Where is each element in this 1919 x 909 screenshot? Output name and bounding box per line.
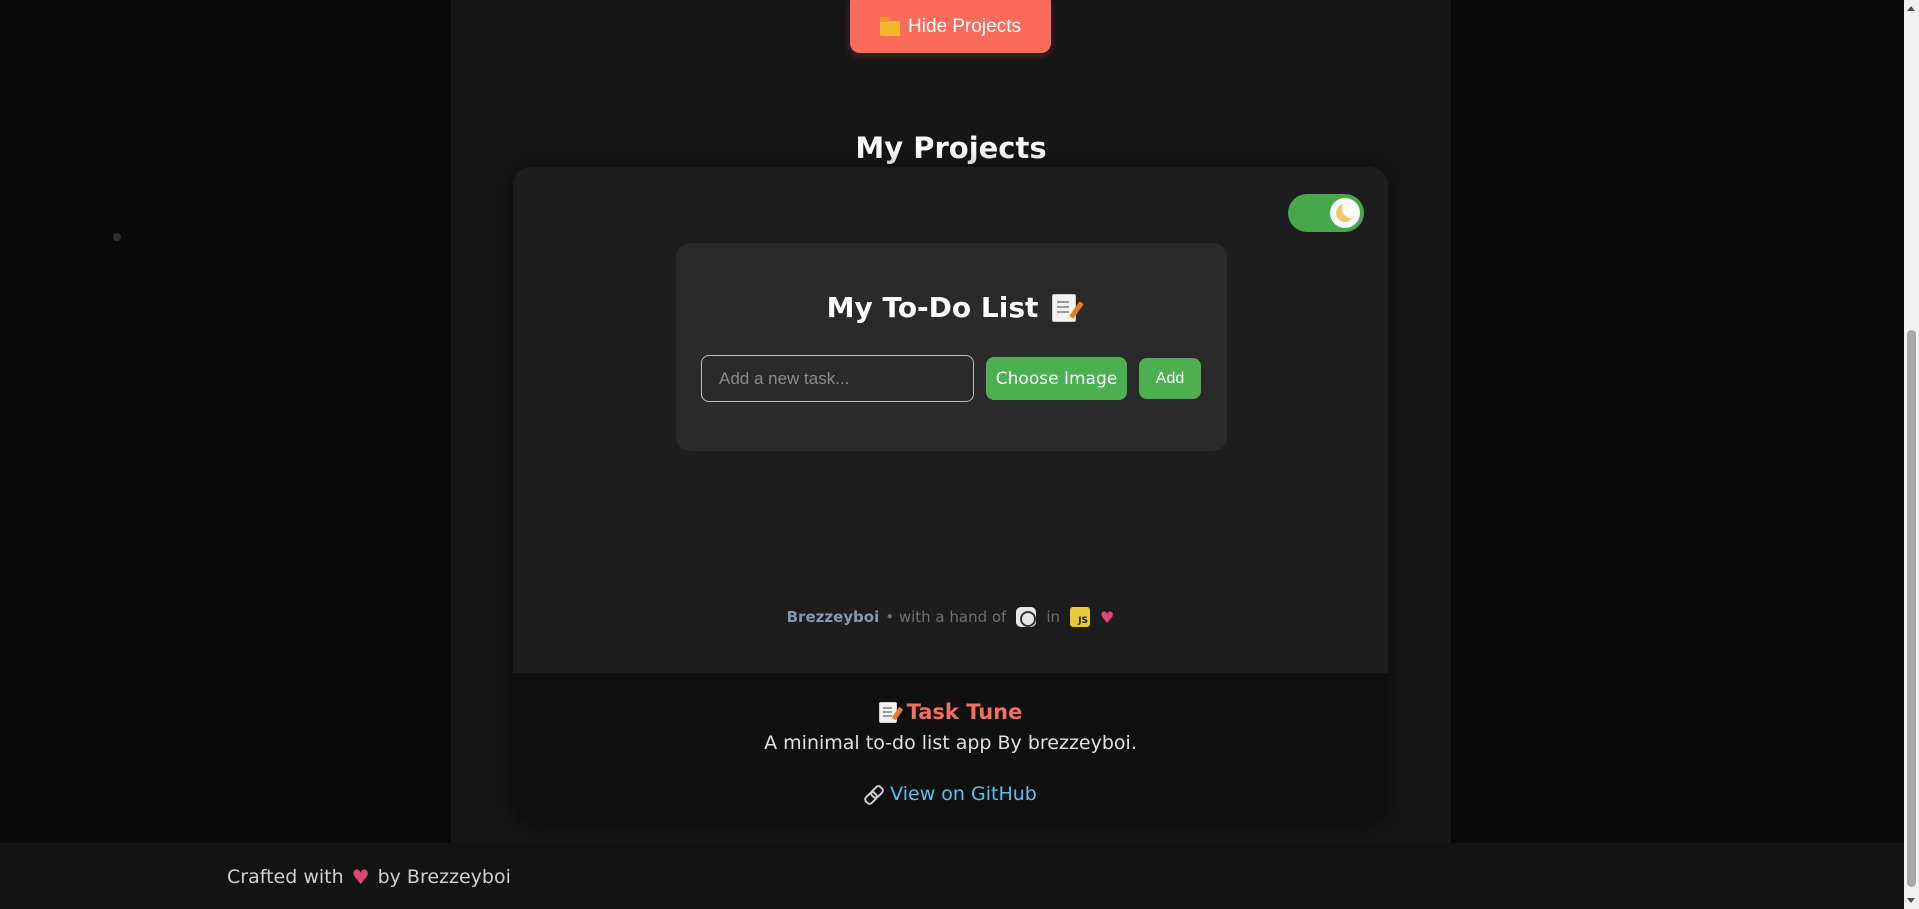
todo-app: My To-Do List Choose Image Add (676, 243, 1227, 451)
decorative-dot (113, 233, 121, 241)
crafted-suffix: by Brezzeyboi (377, 866, 511, 888)
github-link[interactable]: View on GitHub (513, 783, 1388, 805)
toggle-knob (1330, 198, 1360, 228)
vertical-scrollbar[interactable] (1904, 0, 1919, 909)
memo-icon (878, 701, 897, 723)
theme-toggle[interactable] (1288, 194, 1364, 232)
js-badge-text: JS (1078, 616, 1089, 626)
openai-icon (1016, 607, 1037, 627)
crafted-prefix: Crafted with (227, 866, 344, 888)
js-icon: JS (1070, 607, 1091, 627)
hide-projects-button[interactable]: Hide Projects (850, 0, 1051, 53)
add-task-button[interactable]: Add (1139, 358, 1201, 399)
link-icon (864, 785, 882, 803)
credit-with-text: • with a hand of (885, 608, 1007, 626)
heart-icon: ♥ (1100, 607, 1115, 627)
memo-icon (1052, 293, 1077, 322)
choose-image-button[interactable]: Choose Image (986, 357, 1127, 400)
project-title-text: Task Tune (906, 700, 1023, 724)
folder-icon (880, 16, 900, 36)
scroll-down-arrow-icon[interactable] (1907, 898, 1915, 903)
project-title: Task Tune (513, 700, 1388, 724)
github-link-label: View on GitHub (890, 783, 1037, 805)
moon-icon (1336, 204, 1354, 222)
scroll-up-arrow-icon[interactable] (1907, 6, 1915, 11)
heart-icon: ♥ (351, 865, 370, 889)
project-card: My To-Do List Choose Image Add Brezzeybo… (513, 167, 1388, 823)
crafted-by: Crafted with ♥ by Brezzeyboi (227, 865, 511, 889)
credit-line: Brezzeyboi • with a hand of in JS ♥ (513, 607, 1388, 627)
credit-in-text: in (1046, 608, 1061, 626)
task-input[interactable] (701, 355, 974, 402)
project-description: A minimal to-do list app By brezzeyboi. (764, 732, 1137, 754)
hide-projects-label: Hide Projects (908, 15, 1021, 37)
project-info-footer: Task Tune A minimal to-do list app By br… (513, 673, 1388, 823)
todo-title-text: My To-Do List (826, 291, 1039, 324)
scrollbar-thumb[interactable] (1907, 330, 1916, 887)
todo-title: My To-Do List (676, 291, 1227, 324)
page-footer: Crafted with ♥ by Brezzeyboi (0, 843, 1904, 909)
section-title: My Projects (855, 131, 1047, 165)
credit-author: Brezzeyboi (786, 608, 880, 626)
